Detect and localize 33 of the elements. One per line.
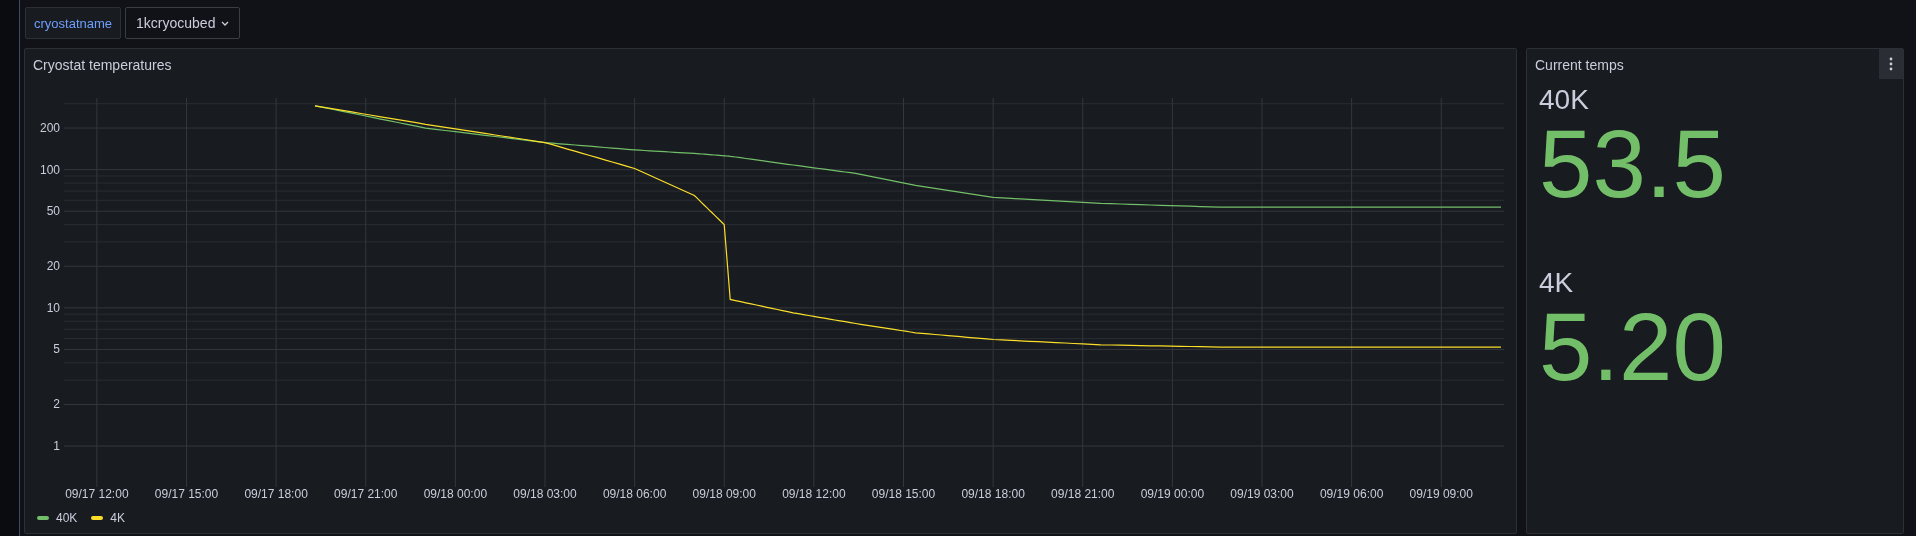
legend-label[interactable]: 40K (56, 511, 78, 525)
axis-label: 09/17 15:00 (154, 487, 219, 501)
axis-label: 09/18 12:00 (782, 487, 846, 501)
axis-label: 09/18 06:00 (602, 487, 667, 501)
legend-label[interactable]: 4K (110, 511, 126, 525)
axis-label: 09/19 06:00 (1319, 487, 1384, 501)
panel-title: Current temps (1535, 57, 1624, 73)
axis-label: 09/17 12:00 (65, 487, 129, 501)
axis-label: 09/18 03:00 (513, 487, 577, 501)
axis-label: 20 (46, 259, 60, 274)
axis-label: 09/18 15:00 (871, 487, 936, 501)
menu-button[interactable] (1879, 49, 1903, 79)
axis-label: 100 (39, 162, 60, 177)
axis-label: 09/18 09:00 (692, 487, 756, 501)
variable-label: cryostatname (25, 7, 122, 39)
axis-label: 09/18 21:00 (1051, 487, 1115, 501)
variable-dropdown[interactable]: 1kcryocubed (125, 7, 241, 39)
chevron-down-icon (221, 20, 230, 26)
axis-label: 10 (46, 300, 60, 315)
axis-label: 09/17 21:00 (334, 487, 398, 501)
axis-label: 09/17 18:00 (244, 487, 308, 501)
axis-label: 2 (53, 397, 60, 412)
menu-icon (1889, 57, 1893, 71)
axis-label: 09/19 09:00 (1409, 487, 1473, 501)
axis-label: 09/18 18:00 (961, 487, 1025, 501)
axis-label: 09/19 00:00 (1140, 487, 1205, 501)
panel-title: Cryostat temperatures (33, 57, 172, 73)
axis-label: 09/19 03:00 (1230, 487, 1294, 501)
axis-label: 5 (53, 342, 60, 357)
axis-label: 50 (46, 204, 60, 219)
axis-label: 09/18 00:00 (423, 487, 488, 501)
axis-label: 1 (53, 439, 60, 453)
axis-label: 200 (39, 121, 60, 136)
